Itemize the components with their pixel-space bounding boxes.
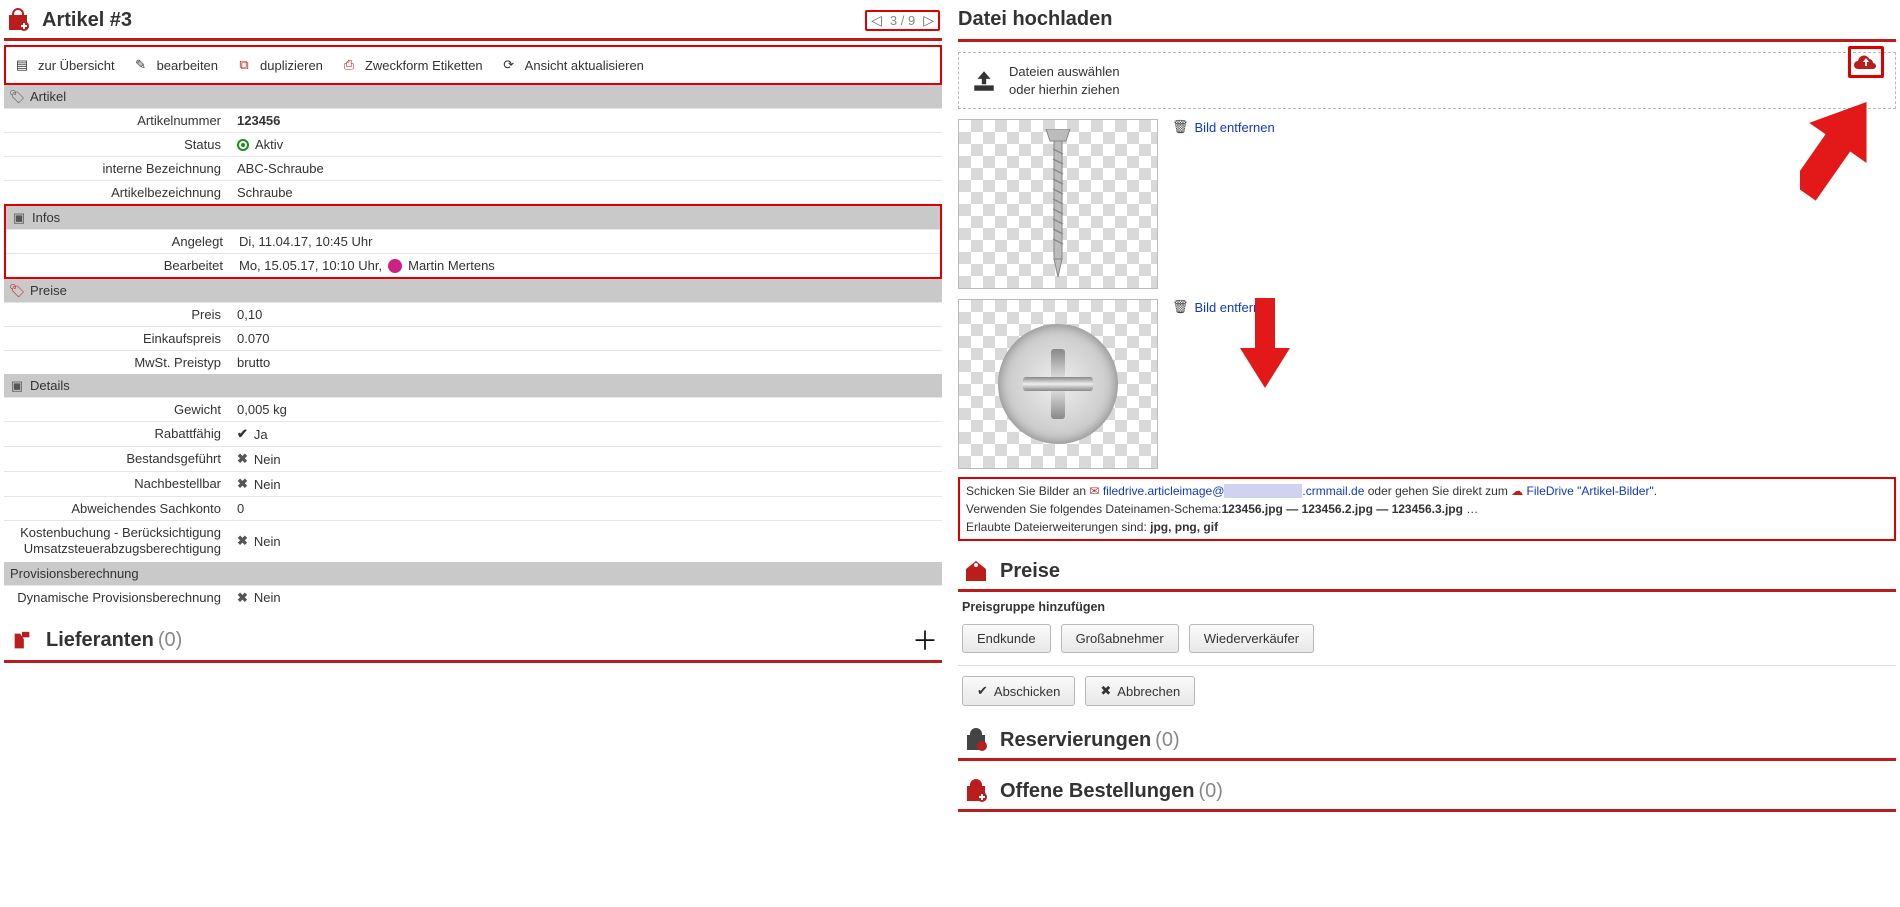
kostenbuchung-value: Nein: [254, 534, 281, 549]
section-artikel: 🏷Artikel: [4, 85, 942, 108]
overview-button[interactable]: ▤zur Übersicht: [14, 57, 115, 73]
cloud-upload-button[interactable]: [1848, 46, 1884, 78]
section-provisions: Provisionsberechnung: [4, 562, 942, 585]
pager-prev-icon[interactable]: ◁: [871, 12, 882, 29]
cancel-button[interactable]: ✖Abbrechen: [1085, 676, 1195, 706]
article-bag-icon: [6, 8, 30, 32]
lieferanten-count: (0): [158, 629, 182, 652]
tag-icon: 🏷: [10, 90, 24, 104]
submit-button[interactable]: ✔Abschicken: [962, 676, 1075, 706]
edit-button[interactable]: ✎bearbeiten: [133, 57, 218, 73]
bestellungen-title: Offene Bestellungen: [1000, 780, 1194, 803]
user-avatar-icon: [388, 259, 402, 273]
copy-icon: ⧉: [236, 57, 252, 73]
section-lieferanten: Lieferanten (0) ＋: [4, 618, 942, 663]
filedrive-email-link[interactable]: filedrive.articleimage@x.crmmail.de: [1103, 484, 1365, 498]
mwst-preistyp-value: brutto: [229, 351, 942, 374]
envelope-icon: ✉: [1089, 484, 1099, 498]
duplicate-button[interactable]: ⧉duplizieren: [236, 57, 323, 73]
grossabnehmer-button[interactable]: Großabnehmer: [1061, 624, 1179, 653]
info-icon: ▣: [12, 211, 26, 225]
printer-icon: ⎙: [341, 57, 357, 73]
file-drop-zone[interactable]: Dateien auswählenoder hierhin ziehen: [958, 52, 1896, 109]
bestellungen-count: (0): [1198, 780, 1222, 803]
bearbeitet-user: Martin Mertens: [408, 258, 495, 273]
labels-button[interactable]: ⎙Zweckform Etiketten: [341, 57, 483, 73]
preisgruppe-subhead: Preisgruppe hinzufügen: [958, 592, 1896, 620]
check-icon: ✔: [977, 683, 988, 699]
x-icon: ✖: [237, 533, 248, 549]
remove-image-link[interactable]: 🗑Bild entfernen: [1172, 119, 1275, 135]
record-pager: ◁ 3 / 9 ▷: [865, 10, 940, 31]
einkaufspreis-value: 0.070: [229, 327, 942, 350]
section-preise-right: Preise: [958, 549, 1896, 592]
reservierungen-title: Reservierungen: [1000, 729, 1151, 752]
bag-plus-icon: [962, 779, 990, 803]
action-toolbar: ▤zur Übersicht ✎bearbeiten ⧉duplizieren …: [4, 45, 942, 85]
screw-icon: [1038, 129, 1078, 279]
image-thumbnail[interactable]: [958, 299, 1158, 469]
upload-hint: Schicken Sie Bilder an ✉ filedrive.artic…: [958, 477, 1896, 541]
wiederverkaeufer-button[interactable]: Wiederverkäufer: [1189, 624, 1314, 653]
preise-title: Preise: [1000, 560, 1060, 583]
x-icon: ✖: [237, 590, 248, 606]
upload-title: Datei hochladen: [958, 4, 1896, 42]
details-icon: ▣: [10, 379, 24, 393]
filedrive-cloud-icon: ☁: [1511, 484, 1523, 498]
check-icon: ✔: [237, 426, 248, 442]
status-value: Aktiv: [255, 137, 283, 152]
supplier-icon: [8, 629, 36, 653]
upload-icon: [971, 70, 997, 92]
price-tag-icon: 🏷: [10, 284, 24, 298]
price-tag-icon: [962, 559, 990, 583]
nachbestellbar-value: Nein: [254, 477, 281, 492]
lieferanten-title: Lieferanten: [46, 629, 154, 652]
angelegt-value: Di, 11.04.17, 10:45 Uhr: [231, 230, 940, 253]
pager-position: 3 / 9: [890, 13, 915, 28]
status-active-icon: [237, 139, 249, 151]
allowed-extensions: jpg, png, gif: [1150, 520, 1218, 534]
bestand-value: Nein: [254, 452, 281, 467]
x-icon: ✖: [237, 451, 248, 467]
artikelbezeichnung-value: Schraube: [229, 181, 942, 204]
pencil-icon: ✎: [133, 57, 149, 73]
page-title: Artikel #3: [42, 9, 132, 32]
section-reservierungen: Reservierungen (0): [958, 718, 1896, 761]
rabatt-value: Ja: [254, 427, 268, 442]
filename-schema: 123456.jpg — 123456.2.jpg — 123456.3.jpg: [1222, 502, 1463, 516]
bag-icon: [962, 728, 990, 752]
section-offene-bestellungen: Offene Bestellungen (0): [958, 769, 1896, 812]
reservierungen-count: (0): [1155, 729, 1179, 752]
refresh-icon: ⟳: [501, 57, 517, 73]
image-thumbnail[interactable]: [958, 119, 1158, 289]
remove-image-link[interactable]: 🗑Bild entfernen: [1172, 299, 1275, 315]
sachkonto-value: 0: [229, 497, 942, 520]
section-preise: 🏷Preise: [4, 279, 942, 302]
endkunde-button[interactable]: Endkunde: [962, 624, 1051, 653]
trash-icon: 🗑: [1172, 299, 1189, 315]
pager-next-icon[interactable]: ▷: [923, 12, 934, 29]
trash-icon: 🗑: [1172, 119, 1189, 135]
section-details: ▣Details: [4, 374, 942, 397]
x-icon: ✖: [1100, 683, 1111, 699]
preis-value: 0,10: [229, 303, 942, 326]
screw-head-icon: [998, 324, 1118, 444]
artikelnummer-value: 123456: [237, 113, 280, 128]
list-icon: ▤: [14, 57, 30, 73]
refresh-button[interactable]: ⟳Ansicht aktualisieren: [501, 57, 644, 73]
x-icon: ✖: [237, 476, 248, 492]
page-header: Artikel #3 ◁ 3 / 9 ▷: [4, 4, 942, 41]
add-supplier-button[interactable]: ＋: [912, 628, 938, 654]
gewicht-value: 0,005 kg: [229, 398, 942, 421]
filedrive-link[interactable]: FileDrive "Artikel-Bilder": [1527, 484, 1654, 498]
section-infos: ▣Infos: [6, 206, 940, 229]
bearbeitet-date: Mo, 15.05.17, 10:10 Uhr,: [239, 258, 382, 273]
dyn-provisions-value: Nein: [254, 590, 281, 605]
interne-bezeichnung-value: ABC-Schraube: [229, 157, 942, 180]
